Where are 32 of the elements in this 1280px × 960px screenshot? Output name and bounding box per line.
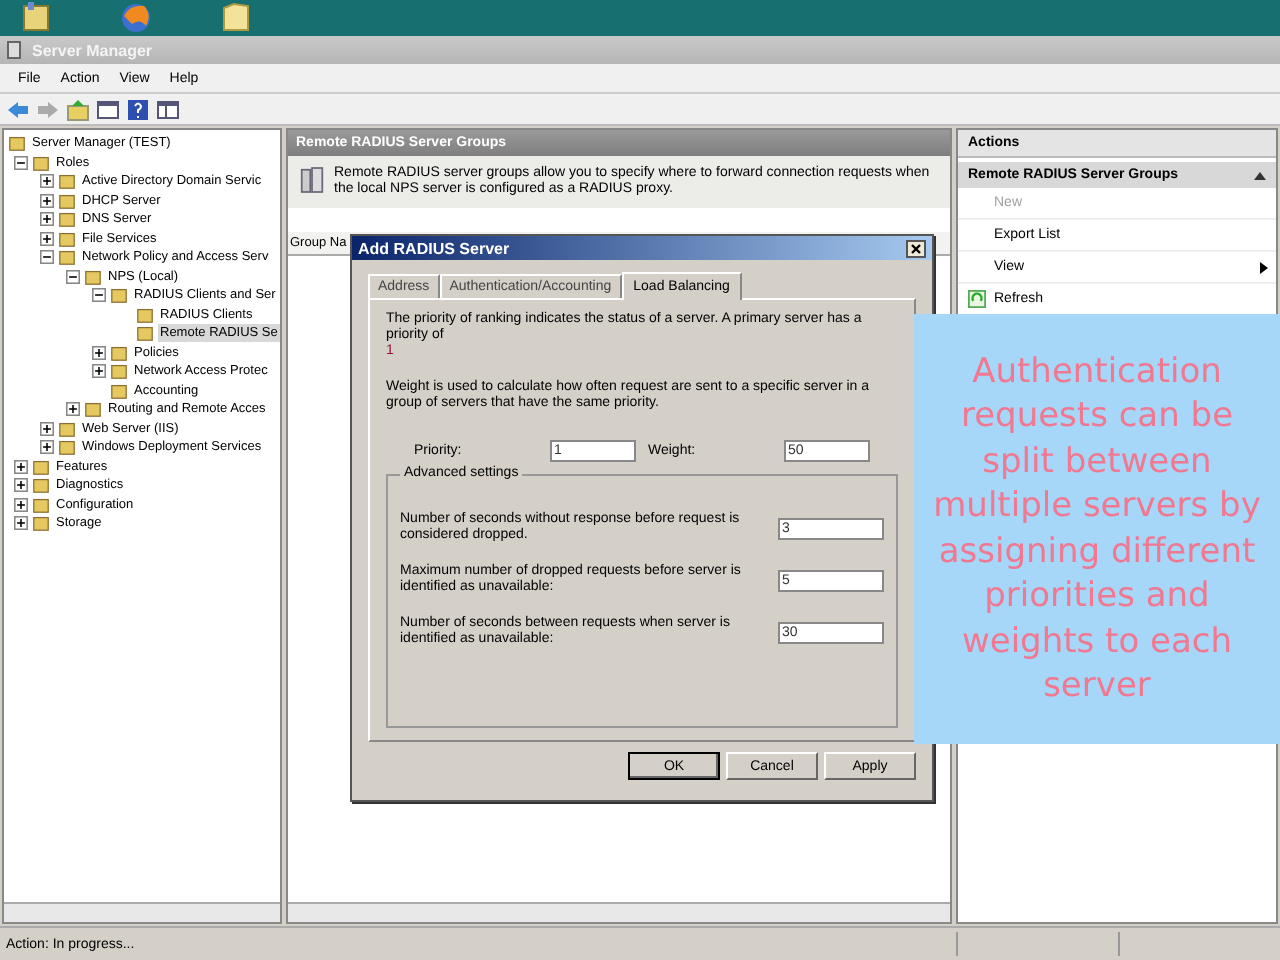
close-icon[interactable] (906, 239, 926, 257)
plus-icon[interactable] (40, 174, 54, 189)
caret-up-icon[interactable] (1254, 171, 1266, 179)
dialog-title: Add RADIUS Server (358, 239, 510, 257)
callout-note: Authentication requests can be split between multiple servers by assigning different priorities and weights to each server (914, 314, 1280, 744)
horizontal-scrollbar[interactable] (4, 902, 280, 922)
minus-icon[interactable] (66, 269, 80, 284)
plus-icon[interactable] (92, 345, 106, 360)
minus-icon[interactable] (40, 250, 54, 265)
plus-icon[interactable] (40, 421, 54, 436)
panel-icon[interactable] (96, 97, 120, 121)
help-icon[interactable] (126, 97, 150, 121)
plus-icon[interactable] (40, 193, 54, 208)
plus-icon[interactable] (14, 459, 28, 474)
plus-icon[interactable] (66, 402, 80, 417)
folder-icon[interactable] (220, 0, 252, 32)
plus-icon[interactable] (14, 497, 28, 512)
plus-icon[interactable] (14, 516, 28, 531)
panel-icon[interactable] (156, 97, 180, 121)
folder-icon[interactable] (20, 0, 52, 32)
submenu-arrow-icon (1260, 261, 1268, 273)
plus-icon[interactable] (40, 231, 54, 246)
horizontal-scrollbar[interactable] (288, 902, 950, 922)
minus-icon[interactable] (14, 155, 28, 170)
plus-icon[interactable] (14, 478, 28, 493)
refresh-icon (968, 290, 986, 308)
back-arrow-icon[interactable] (6, 97, 30, 121)
plus-icon[interactable] (92, 364, 106, 379)
plus-icon[interactable] (40, 212, 54, 227)
window-title: Server Manager (32, 41, 153, 59)
plus-icon[interactable] (40, 440, 54, 455)
minus-icon[interactable] (92, 288, 106, 303)
